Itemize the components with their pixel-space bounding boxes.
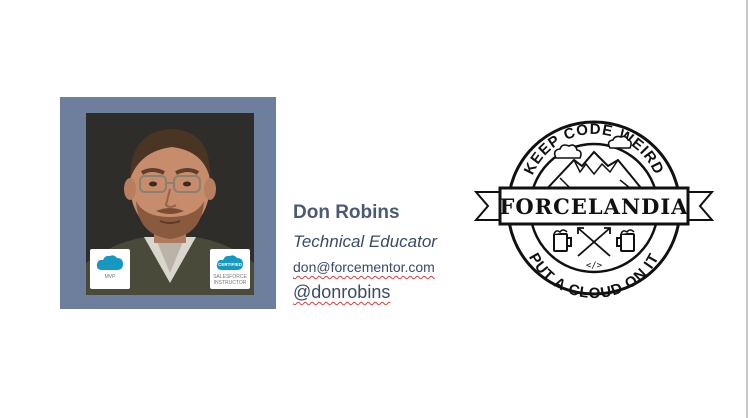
presenter-twitter-handle[interactable]: @donrobins [293, 282, 390, 303]
presenter-name: Don Robins [293, 202, 400, 223]
logo-banner-text: FORCELANDIA [500, 194, 689, 219]
svg-text:CERTIFIED: CERTIFIED [218, 262, 243, 267]
slide: MVP CERTIFIED SALESFORCE INSTRUCTOR Don … [0, 0, 748, 418]
code-glyph: </> [586, 261, 603, 271]
mvp-badge: MVP [90, 249, 130, 289]
presenter-title: Technical Educator [293, 232, 437, 251]
forcelandia-logo: KEEP CODE WEIRD PUT A CLOUD ON IT FORCEL… [470, 108, 715, 308]
certified-label: SALESFORCE INSTRUCTOR [213, 274, 247, 286]
certified-cloud-icon: CERTIFIED [216, 255, 243, 270]
presenter-email[interactable]: don@forcementor.com [293, 259, 435, 275]
mvp-label: MVP [104, 274, 116, 280]
certified-instructor-badge: CERTIFIED SALESFORCE INSTRUCTOR [210, 249, 250, 289]
profile-photo: MVP CERTIFIED SALESFORCE INSTRUCTOR [86, 113, 254, 295]
logo-banner: FORCELANDIA [473, 186, 715, 226]
salesforce-cloud-icon [96, 255, 123, 270]
